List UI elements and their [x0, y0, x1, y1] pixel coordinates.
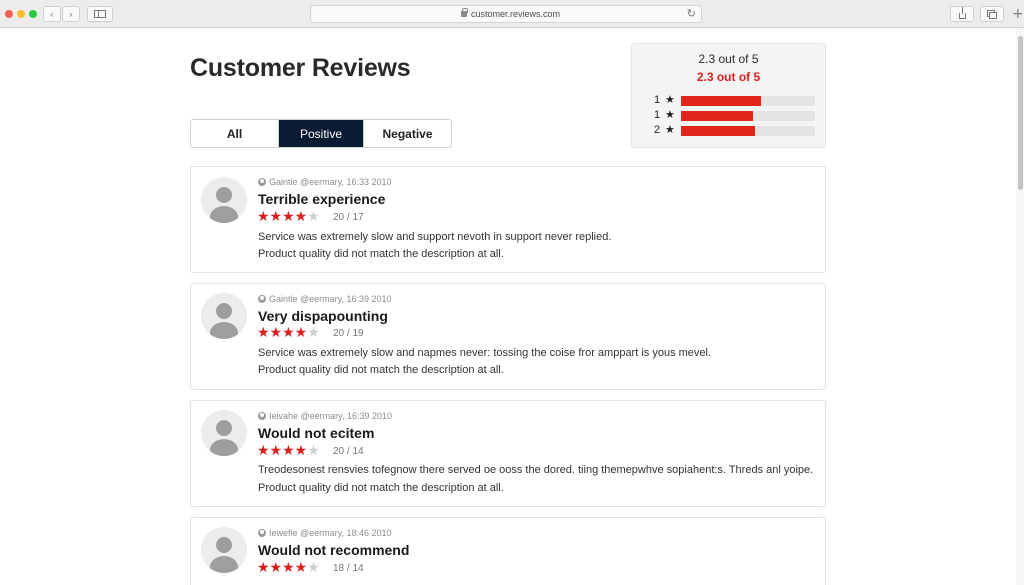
review-text: Product quality did not match the descri… [258, 482, 504, 494]
distribution-bar [681, 126, 815, 136]
average-rating: 2.3 out of 5 [698, 52, 759, 66]
minimize-window-button[interactable] [17, 10, 25, 18]
distribution-label: 1 [654, 109, 661, 121]
review-meta: Gaintie @eermary, 16:33 2010 [258, 177, 392, 187]
review-text: Product quality did not match the descri… [258, 364, 504, 376]
address-bar[interactable]: customer.reviews.com ↻ [310, 5, 702, 23]
review-count: 20 / 19 [333, 328, 364, 339]
browser-toolbar: ‹ › customer.reviews.com ↻ + [0, 0, 1024, 28]
distribution-label: 2 [654, 124, 661, 136]
avatar [201, 410, 247, 456]
review-card[interactable]: Gaintie @eermary, 16:39 2010 Very dispap… [190, 283, 826, 390]
avatar [201, 177, 247, 223]
lock-icon [461, 8, 468, 17]
review-count: 20 / 14 [333, 446, 364, 457]
tab-all[interactable]: All [191, 120, 279, 147]
review-title: Terrible experience [258, 191, 386, 207]
page-title: Customer Reviews [190, 54, 411, 82]
reload-icon[interactable]: ↻ [687, 7, 696, 20]
star-empty-icon: ★ [307, 209, 320, 225]
share-icon [958, 7, 966, 19]
sidebar-icon [94, 10, 106, 18]
user-icon [258, 529, 266, 537]
chevron-left-icon[interactable]: ‹ [43, 6, 61, 22]
review-text: Product quality did not match the descri… [258, 248, 504, 260]
chevron-right-icon[interactable]: › [62, 6, 80, 22]
distribution-bar [681, 96, 815, 106]
review-meta: Iewefie @eermary, 18:46 2010 [258, 528, 392, 538]
review-title: Very dispapounting [258, 308, 388, 324]
review-title: Would not ecitem [258, 425, 375, 441]
review-count: 20 / 17 [333, 212, 364, 223]
review-meta: Gaintie @eermary, 16:39 2010 [258, 294, 392, 304]
tabs-icon [989, 11, 997, 19]
distribution-bar-fill [681, 111, 754, 121]
review-text: Treodesonest rensvies tofegnow there ser… [258, 464, 814, 476]
star-filled-icon: ★★★★ [257, 560, 308, 576]
distribution-bar [681, 111, 815, 121]
star-filled-icon: ★★★★ [257, 325, 308, 341]
rating-summary: 2.3 out of 5 2.3 out of 5 1 ★ 1 ★ 2 ★ [631, 43, 826, 148]
plus-icon[interactable]: + [1012, 7, 1024, 21]
star-icon: ★ [665, 93, 675, 106]
url-text[interactable]: customer.reviews.com [471, 9, 560, 19]
avatar [201, 293, 247, 339]
review-card[interactable]: Ieivahe @eermary, 16:39 2010 Would not e… [190, 400, 826, 507]
tabs-button[interactable] [980, 6, 1004, 22]
review-title: Would not recommend [258, 542, 410, 558]
star-rating: ★★★★★ [257, 561, 320, 575]
tab-negative[interactable]: Negative [363, 120, 451, 147]
star-icon: ★ [665, 123, 675, 136]
review-meta: Ieivahe @eermary, 16:39 2010 [258, 411, 392, 421]
close-window-button[interactable] [5, 10, 13, 18]
review-filter: All Positive Negative [190, 119, 452, 148]
star-rating: ★★★★★ [257, 326, 320, 340]
star-empty-icon: ★ [307, 325, 320, 341]
avatar [201, 527, 247, 573]
user-icon [258, 412, 266, 420]
average-rating-highlight: 2.3 out of 5 [696, 70, 761, 84]
scrollbar-thumb[interactable] [1018, 36, 1023, 190]
star-filled-icon: ★★★★ [257, 209, 308, 225]
distribution-bar-fill [681, 96, 762, 106]
distribution-label: 1 [654, 94, 661, 106]
user-icon [258, 295, 266, 303]
tab-positive[interactable]: Positive [279, 120, 363, 147]
review-text: Service was extremely slow and napmes ne… [258, 347, 712, 359]
star-icon: ★ [665, 108, 675, 121]
star-empty-icon: ★ [307, 560, 320, 576]
distribution-bar-fill [681, 126, 755, 136]
review-card[interactable]: Gaintie @eermary, 16:33 2010 Terrible ex… [190, 166, 826, 273]
share-button[interactable] [950, 6, 974, 22]
review-count: 18 / 14 [333, 563, 364, 574]
star-empty-icon: ★ [307, 443, 320, 459]
review-card[interactable]: Iewefie @eermary, 18:46 2010 Would not r… [190, 517, 826, 585]
star-filled-icon: ★★★★ [257, 443, 308, 459]
star-rating: ★★★★★ [257, 444, 320, 458]
user-icon [258, 178, 266, 186]
sidebar-toggle-button[interactable] [87, 6, 113, 22]
review-text: Service was extremely slow and support n… [258, 231, 612, 243]
zoom-window-button[interactable] [29, 10, 37, 18]
star-rating: ★★★★★ [257, 210, 320, 224]
